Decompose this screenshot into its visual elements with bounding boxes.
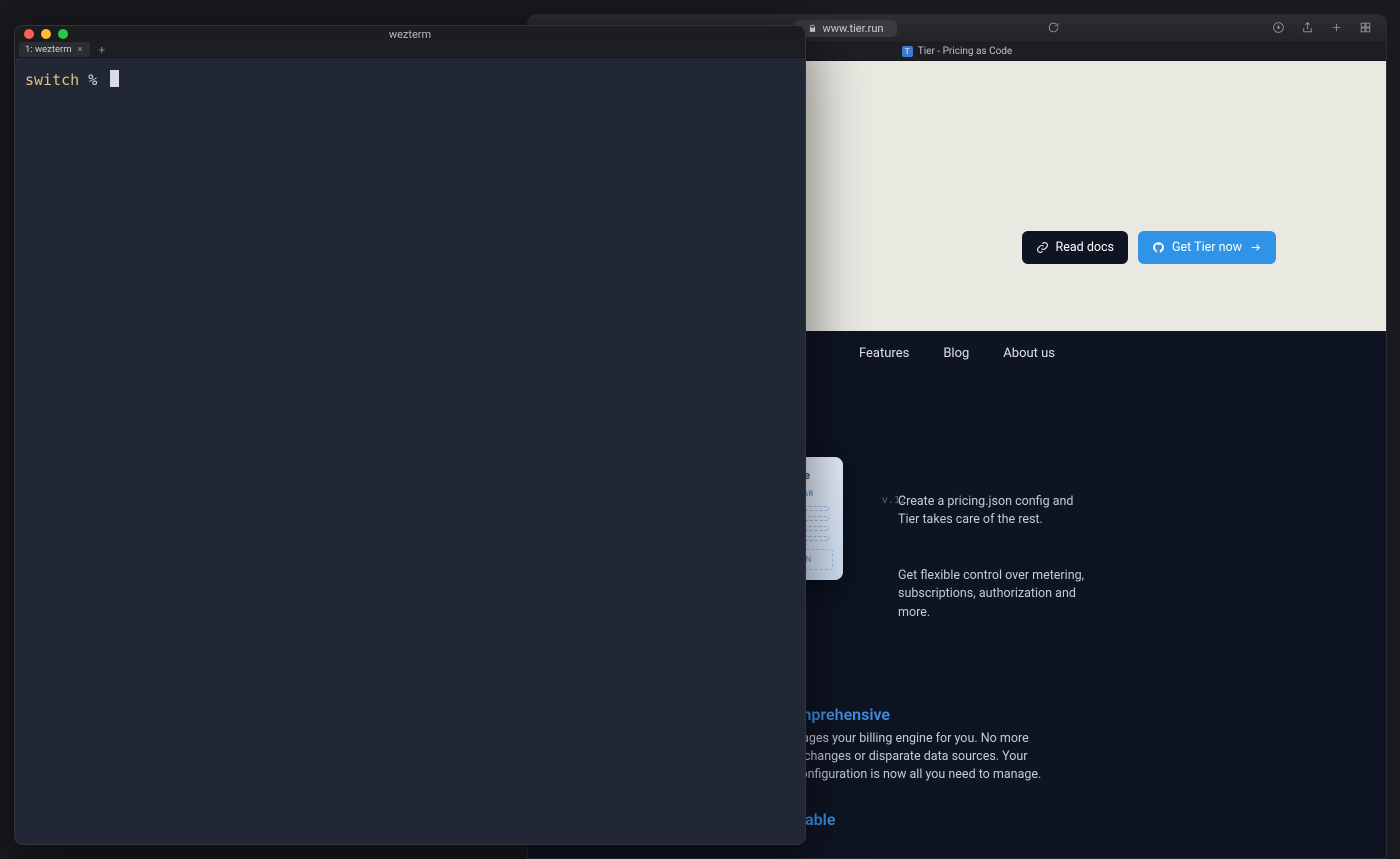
read-docs-button[interactable]: Read docs (1022, 231, 1128, 264)
nav-features[interactable]: Features (859, 346, 909, 361)
tab-overview-icon[interactable] (1359, 21, 1372, 37)
side-text: Create a pricing.json config and Tier ta… (898, 493, 1088, 622)
share-icon[interactable] (1301, 21, 1314, 37)
close-window-button[interactable] (24, 29, 34, 39)
safari-tab-active[interactable]: T Tier - Pricing as Code (902, 46, 1012, 57)
get-tier-button[interactable]: Get Tier now (1138, 231, 1276, 264)
close-tab-icon[interactable]: × (78, 45, 83, 55)
address-bar[interactable]: www.tier.run (794, 20, 898, 37)
arrow-right-icon (1249, 241, 1262, 254)
terminal-tab-label: 1: wezterm (25, 44, 72, 55)
lock-icon (808, 24, 817, 33)
prompt-symbol: % (88, 71, 97, 89)
terminal-tab-1[interactable]: 1: wezterm × (19, 42, 90, 57)
minimize-window-button[interactable] (41, 29, 51, 39)
window-traffic-lights (24, 29, 68, 39)
reload-button[interactable] (1047, 21, 1060, 37)
nav-about[interactable]: About us (1003, 346, 1055, 361)
safari-tab-title: Tier - Pricing as Code (918, 46, 1012, 57)
link-icon (1036, 241, 1049, 254)
prompt-host: switch (25, 71, 79, 89)
github-icon (1152, 241, 1165, 254)
new-tab-icon[interactable] (1330, 21, 1343, 37)
terminal-titlebar[interactable]: wezterm (15, 26, 805, 42)
address-url: www.tier.run (823, 22, 884, 35)
terminal-title: wezterm (389, 28, 431, 41)
nav-blog[interactable]: Blog (943, 346, 969, 361)
new-terminal-tab-button[interactable]: + (92, 43, 111, 57)
terminal-tab-bar: 1: wezterm × + (15, 42, 805, 58)
zoom-window-button[interactable] (58, 29, 68, 39)
terminal-window: wezterm 1: wezterm × + switch % (14, 25, 806, 845)
terminal-body[interactable]: switch % (15, 58, 805, 101)
site-favicon: T (902, 46, 913, 57)
terminal-cursor (110, 70, 119, 87)
downloads-icon[interactable] (1272, 21, 1285, 37)
